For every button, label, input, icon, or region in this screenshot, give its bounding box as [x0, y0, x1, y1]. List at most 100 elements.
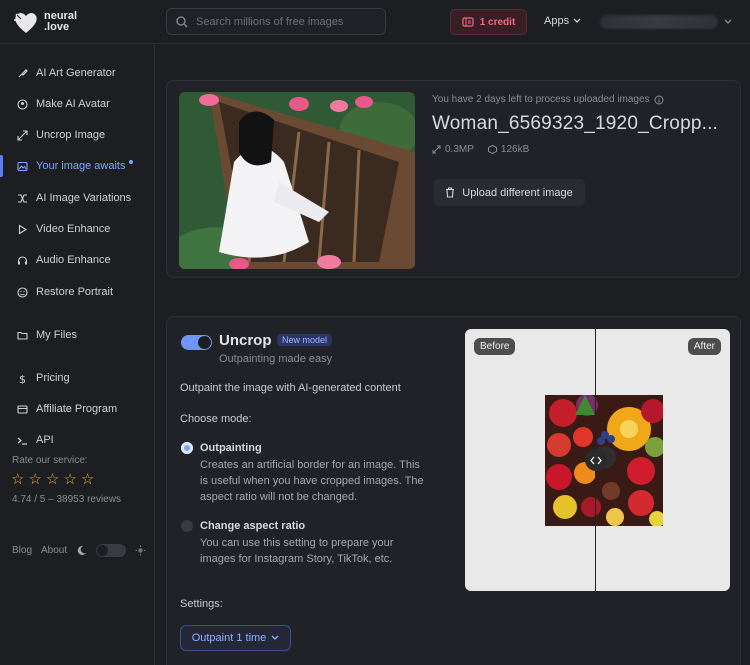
- sidebar-item-label: API: [36, 434, 54, 446]
- sidebar-item-label: Pricing: [36, 372, 70, 384]
- resize-icon: [432, 145, 441, 154]
- search-box[interactable]: [166, 8, 386, 35]
- about-link[interactable]: About: [41, 545, 67, 556]
- description-line: You can use this setting to prepare your: [200, 537, 394, 549]
- upload-button-label: Upload different image: [462, 186, 573, 199]
- choose-mode-label: Choose mode:: [180, 413, 252, 425]
- upload-different-image-button[interactable]: Upload different image: [433, 179, 585, 206]
- apps-label: Apps: [544, 15, 570, 27]
- reviews-summary: 4.74 / 5 – 38953 reviews: [12, 494, 121, 505]
- logo-text: neural .love: [44, 11, 77, 33]
- code-arrows-icon: [590, 456, 602, 464]
- new-model-badge: New model: [277, 334, 333, 346]
- after-label: After: [687, 338, 721, 355]
- heart-logo-icon: [14, 13, 37, 33]
- sidebar-item-video-enhance[interactable]: Video Enhance: [0, 217, 154, 241]
- expand-icon: [17, 129, 28, 141]
- svg-text:$: $: [19, 373, 26, 384]
- before-after-compare[interactable]: Before After: [465, 329, 730, 591]
- uploaded-image-thumbnail: [179, 92, 415, 269]
- sun-icon: [135, 545, 146, 556]
- rate-label: Rate our service:: [12, 455, 88, 466]
- sidebar-item-restore-portrait[interactable]: Restore Portrait: [0, 280, 154, 304]
- star-icon[interactable]: ☆: [63, 472, 76, 487]
- file-size: 126kB: [500, 144, 530, 155]
- change-aspect-ratio-radio[interactable]: [181, 520, 193, 532]
- sidebar-item-make-ai-avatar[interactable]: Make AI Avatar: [0, 92, 154, 116]
- logo[interactable]: neural .love: [12, 9, 77, 35]
- size-info: 126kB: [487, 144, 530, 155]
- theme-toggle[interactable]: [96, 544, 127, 557]
- description-line: images for Instagram Story, TikTok, etc.: [200, 553, 393, 565]
- outpainting-radio[interactable]: [181, 442, 193, 454]
- compare-drag-handle[interactable]: [585, 449, 607, 471]
- terminal-icon: [17, 437, 27, 445]
- uploaded-image-card: You have 2 days left to process uploaded…: [166, 80, 741, 278]
- dollar-icon: $: [19, 373, 26, 384]
- credit-button[interactable]: 1 credit: [450, 9, 527, 35]
- search-input[interactable]: [196, 15, 376, 28]
- resolution-info: 0.3MP: [432, 144, 474, 155]
- sidebar-footer: Blog About: [12, 544, 146, 557]
- sidebar-item-my-files[interactable]: My Files: [0, 323, 154, 347]
- folder-icon: [17, 331, 28, 340]
- headphones-icon: [17, 255, 28, 264]
- sidebar-item-ai-art-generator[interactable]: AI Art Generator: [0, 61, 154, 85]
- sidebar-item-pricing[interactable]: $ Pricing: [0, 366, 154, 390]
- avatar-icon: [17, 98, 28, 110]
- outpainting-option-description: Creates an artificial border for an imag…: [200, 457, 450, 505]
- uncrop-subtitle: Outpainting made easy: [219, 353, 333, 365]
- info-icon[interactable]: [654, 95, 664, 105]
- trash-icon: [446, 187, 455, 198]
- apps-menu[interactable]: Apps: [544, 15, 581, 27]
- star-icon[interactable]: ☆: [28, 472, 41, 487]
- woman-in-boat-image: [179, 92, 415, 269]
- sidebar-item-label: Video Enhance: [36, 223, 111, 235]
- ticket-icon: [462, 17, 474, 27]
- sidebar: AI Art Generator Make AI Avatar Uncrop I…: [0, 44, 155, 665]
- sidebar-item-label: AI Image Variations: [36, 192, 132, 204]
- uncrop-description: Outpaint the image with AI-generated con…: [180, 382, 401, 394]
- rating-stars[interactable]: ☆ ☆ ☆ ☆ ☆: [11, 472, 94, 487]
- brush-icon: [18, 68, 28, 77]
- star-icon[interactable]: ☆: [11, 472, 24, 487]
- sidebar-item-affiliate-program[interactable]: Affiliate Program: [0, 397, 154, 421]
- settings-label: Settings:: [180, 598, 223, 610]
- search-icon: [176, 15, 188, 27]
- processing-notice: You have 2 days left to process uploaded…: [432, 94, 664, 105]
- account-name-redacted: [600, 14, 718, 29]
- sidebar-item-label: Your image awaits: [36, 160, 126, 172]
- credit-label: 1 credit: [479, 16, 516, 28]
- before-label: Before: [474, 338, 516, 355]
- description-line: aspect ratio will not be changed.: [200, 491, 358, 503]
- sidebar-item-api[interactable]: API: [0, 428, 154, 452]
- outpaint-times-select[interactable]: Outpaint 1 time: [180, 625, 291, 651]
- sidebar-item-ai-image-variations[interactable]: AI Image Variations: [0, 186, 154, 210]
- shuffle-icon: [18, 193, 27, 203]
- notice-text: You have 2 days left to process uploaded…: [432, 94, 650, 105]
- chevron-down-icon: [724, 19, 732, 24]
- sidebar-item-label: My Files: [36, 329, 77, 341]
- box-icon: [487, 145, 497, 154]
- file-name: Woman_6569323_1920_Cropp...: [432, 113, 719, 134]
- description-line: is useful when you have cropped images. …: [200, 475, 424, 487]
- star-icon[interactable]: ☆: [46, 472, 59, 487]
- blog-link[interactable]: Blog: [12, 545, 32, 556]
- account-menu[interactable]: [600, 13, 740, 30]
- logo-line2: .love: [44, 21, 70, 33]
- moon-icon: [77, 545, 87, 555]
- image-icon: [17, 161, 28, 171]
- sidebar-item-uncrop-image[interactable]: Uncrop Image: [0, 123, 154, 147]
- sidebar-item-label: AI Art Generator: [36, 67, 116, 79]
- sidebar-item-label: Affiliate Program: [36, 403, 118, 415]
- outpainting-option-title[interactable]: Outpainting: [200, 442, 262, 454]
- aspect-ratio-option-title[interactable]: Change aspect ratio: [200, 520, 305, 532]
- uncrop-toggle[interactable]: [181, 335, 212, 350]
- star-icon[interactable]: ☆: [81, 472, 94, 487]
- sidebar-item-label: Uncrop Image: [36, 129, 106, 141]
- uncrop-title: Uncrop: [219, 332, 272, 349]
- chevron-down-icon: [573, 18, 581, 23]
- sidebar-item-your-image-awaits[interactable]: Your image awaits: [0, 154, 154, 178]
- sidebar-item-audio-enhance[interactable]: Audio Enhance: [0, 248, 154, 272]
- aspect-ratio-option-description: You can use this setting to prepare your…: [200, 535, 450, 567]
